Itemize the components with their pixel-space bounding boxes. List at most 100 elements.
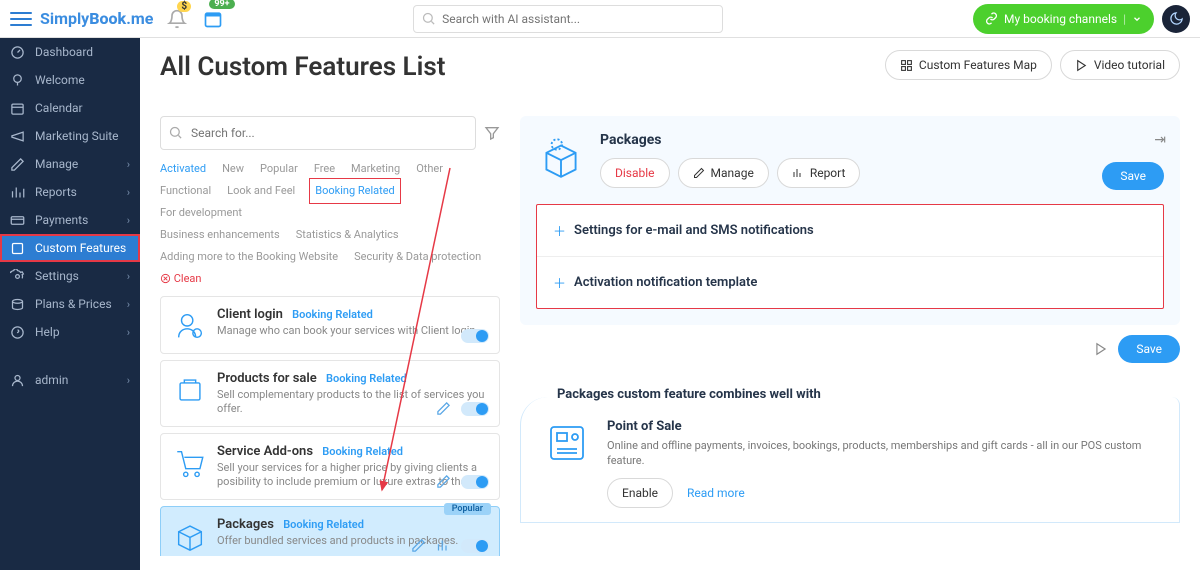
cal-badge: 99+ [209, 0, 234, 9]
filter-tabs: Activated New Popular Free Marketing Oth… [160, 158, 500, 290]
sidebar-item-calendar[interactable]: Calendar [0, 94, 140, 122]
sidebar-item-marketing-suite[interactable]: Marketing Suite [0, 122, 140, 150]
feature-card-client-login[interactable]: Client login Booking Related Manage who … [160, 296, 500, 354]
tab-popular[interactable]: Popular [260, 158, 298, 180]
sidebar-item-welcome[interactable]: Welcome [0, 66, 140, 94]
feature-tag[interactable]: Booking Related [283, 518, 364, 531]
acc-label: Activation notification template [574, 275, 757, 290]
accordion-item-activation-template[interactable]: ＋ Activation notification template [537, 257, 1163, 308]
hamburger-menu-icon[interactable] [10, 8, 32, 30]
edit-icon[interactable] [411, 538, 426, 553]
feature-toggle[interactable] [461, 329, 489, 343]
page-title: All Custom Features List [160, 52, 960, 82]
tab-booking-related[interactable]: Booking Related [311, 180, 399, 202]
accordion-highlighted: ＋ Settings for e-mail and SMS notificati… [536, 204, 1164, 309]
sidebar-item-plans-prices[interactable]: Plans & Prices › [0, 290, 140, 318]
feature-search-input[interactable] [160, 116, 476, 150]
booking-btn-label: My booking channels [1004, 12, 1117, 26]
sidebar-item-manage[interactable]: Manage› [0, 150, 140, 178]
notifications-bell[interactable]: $ [167, 9, 187, 29]
tab-marketing[interactable]: Marketing [351, 158, 400, 180]
highlight-box [309, 178, 401, 204]
sidebar-item-settings[interactable]: Settings› [0, 262, 140, 290]
chevron-right-icon: › [127, 298, 130, 311]
calendar-shortcut[interactable]: 99+ [203, 9, 223, 29]
bell-badge: $ [177, 1, 191, 12]
feature-card-packages[interactable]: Popular Packages Booking Related Offer b… [160, 506, 500, 556]
sidebar-item-admin[interactable]: admin› [0, 366, 140, 394]
features-list: Client login Booking Related Manage who … [160, 296, 500, 556]
tab-new[interactable]: New [222, 158, 244, 180]
logo-text-a: Simply [40, 9, 89, 28]
sidebar-item-reports[interactable]: Reports › [0, 178, 140, 206]
feature-toggle[interactable] [461, 475, 489, 489]
dark-mode-toggle[interactable] [1162, 5, 1190, 33]
save-button-bottom[interactable]: Save [1118, 335, 1180, 363]
gear-icon [10, 269, 25, 284]
logo-text-b: Book [89, 9, 126, 28]
manage-button[interactable]: Manage [678, 158, 769, 188]
calendar-icon [10, 101, 25, 116]
feature-tag[interactable]: Booking Related [292, 308, 373, 321]
main-content: All Custom Features List Activated New P… [140, 38, 1200, 570]
disable-button[interactable]: Disable [600, 158, 670, 188]
tab-security[interactable]: Security & Data protection [354, 246, 481, 268]
edit-icon[interactable] [436, 401, 451, 416]
save-button-top[interactable]: Save [1102, 162, 1164, 190]
combines-well-panel: Packages custom feature combines well wi… [520, 397, 1180, 523]
sidebar-item-help[interactable]: Help› [0, 318, 140, 346]
sidebar-item-label: Settings [35, 269, 79, 283]
feature-card-products-for-sale[interactable]: Products for sale Booking Related Sell c… [160, 360, 500, 427]
tab-statistics-analytics[interactable]: Statistics & Analytics [296, 224, 399, 246]
my-booking-channels-button[interactable]: My booking channels | [973, 4, 1154, 34]
chevron-right-icon: › [127, 186, 130, 199]
logo-text-c: .me [126, 9, 153, 28]
edit-icon[interactable] [436, 474, 451, 489]
features-left-column: Activated New Popular Free Marketing Oth… [160, 116, 500, 556]
enable-button[interactable]: Enable [607, 478, 673, 508]
tab-adding-more[interactable]: Adding more to the Booking Website [160, 246, 338, 268]
sidebar-item-label: Payments [35, 213, 88, 227]
package-large-icon [536, 132, 586, 182]
tab-for-development[interactable]: For development [160, 202, 242, 224]
tab-activated[interactable]: Activated [160, 158, 206, 180]
stats-icon[interactable] [436, 538, 451, 553]
tab-look-and-feel[interactable]: Look and Feel [227, 180, 295, 202]
bars-icon [10, 185, 25, 200]
play-outline-icon[interactable] [1094, 342, 1108, 356]
feature-detail-column: ⇥ Packages Disable Manage Report Save [520, 116, 1180, 556]
topbar: SimplyBook.me $ 99+ My booking channels … [0, 0, 1200, 38]
plus-icon: ＋ [553, 273, 566, 292]
sidebar-item-label: Calendar [35, 101, 83, 115]
tab-functional[interactable]: Functional [160, 180, 211, 202]
acc-label: Settings for e-mail and SMS notification… [574, 223, 814, 238]
tab-other[interactable]: Other [416, 158, 443, 180]
feature-toggle[interactable] [461, 539, 489, 553]
accordion-item-notifications[interactable]: ＋ Settings for e-mail and SMS notificati… [537, 205, 1163, 257]
chevron-right-icon: › [127, 214, 130, 227]
sidebar-item-payments[interactable]: Payments › [0, 206, 140, 234]
filter-icon[interactable] [484, 125, 500, 141]
tab-free[interactable]: Free [314, 158, 335, 180]
tab-business-enhancements[interactable]: Business enhancements [160, 224, 280, 246]
report-button[interactable]: Report [777, 158, 861, 188]
read-more-link[interactable]: Read more [687, 486, 745, 500]
feature-tag[interactable]: Booking Related [326, 372, 407, 385]
detail-title: Packages [600, 132, 1088, 148]
chevron-right-icon: › [127, 374, 130, 387]
sidebar-item-custom-features[interactable]: Custom Features [0, 234, 140, 262]
top-search-input[interactable] [413, 5, 723, 33]
products-icon [173, 373, 207, 407]
logo[interactable]: SimplyBook.me [40, 9, 153, 28]
sidebar-item-label: Dashboard [35, 45, 93, 59]
collapse-icon[interactable]: ⇥ [1154, 132, 1166, 148]
sidebar-item-dashboard[interactable]: Dashboard [0, 38, 140, 66]
feature-tag[interactable]: Booking Related [322, 445, 403, 458]
tab-clean[interactable]: Clean [160, 268, 201, 290]
user-icon [10, 373, 25, 388]
feature-toggle[interactable] [461, 402, 489, 416]
feature-card-service-addons[interactable]: Service Add-ons Booking Related Sell you… [160, 433, 500, 500]
sidebar-item-label: Reports [35, 185, 77, 199]
popular-pill: Popular [444, 503, 491, 515]
sidebar-item-label: Plans & Prices [35, 297, 112, 311]
